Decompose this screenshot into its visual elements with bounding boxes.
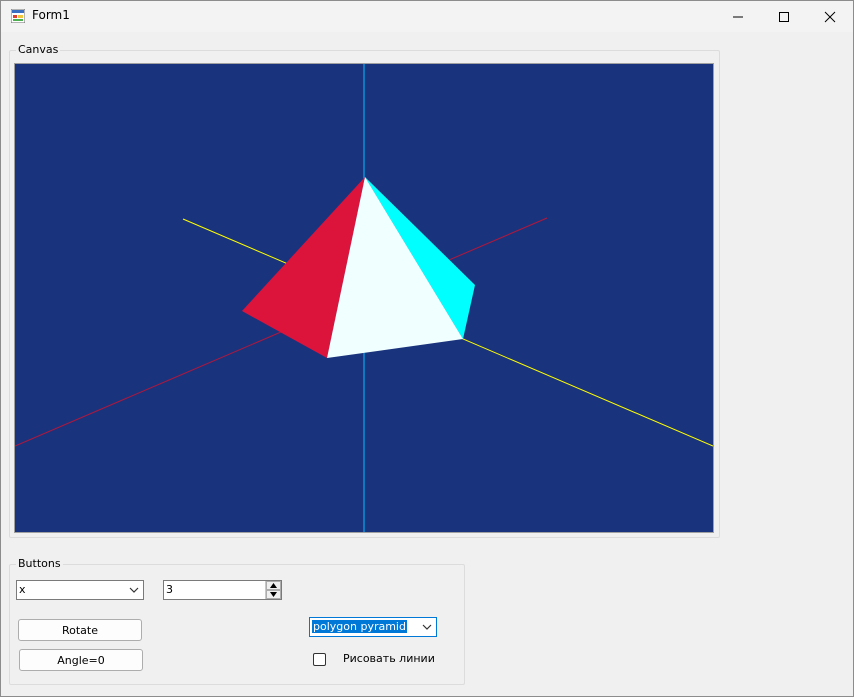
minimize-button[interactable] (715, 1, 761, 32)
shape-select-value: polygon pyramid (312, 620, 407, 633)
client-area: Canvas Buttons x 3 Rotate Angle=0 polygo… (1, 32, 853, 696)
spin-up-button[interactable] (266, 581, 281, 590)
angle-reset-button[interactable]: Angle=0 (19, 649, 143, 671)
buttons-group: Buttons x 3 Rotate Angle=0 polygon pyram… (9, 557, 465, 685)
app-icon (11, 9, 25, 23)
title-bar[interactable]: Form1 (1, 1, 853, 32)
arrow-down-icon (270, 592, 277, 597)
chevron-down-icon (422, 624, 432, 630)
window-title: Form1 (32, 8, 70, 22)
spin-down-button[interactable] (266, 590, 281, 599)
arrow-up-icon (270, 583, 277, 588)
window: Form1 Canvas Buttons x 3 Rotate Angle=0 … (0, 0, 854, 697)
maximize-icon (779, 11, 789, 22)
draw-lines-checkbox[interactable] (313, 653, 326, 666)
value-stepper[interactable]: 3 (163, 580, 282, 600)
buttons-group-label: Buttons (16, 557, 63, 570)
scene-svg (14, 64, 714, 532)
axis-select-value: x (19, 583, 26, 596)
canvas-group: Canvas (9, 43, 720, 538)
spin-buttons (265, 581, 281, 599)
close-button[interactable] (807, 1, 853, 32)
value-stepper-value: 3 (166, 583, 173, 596)
axis-select[interactable]: x (16, 580, 144, 600)
drawing-canvas[interactable] (14, 63, 714, 533)
minimize-icon (733, 16, 743, 17)
maximize-button[interactable] (761, 1, 807, 32)
draw-lines-label[interactable]: Рисовать линии (343, 652, 435, 665)
canvas-group-label: Canvas (16, 43, 61, 56)
chevron-down-icon (129, 587, 139, 593)
rotate-button[interactable]: Rotate (18, 619, 142, 641)
close-icon (824, 11, 836, 22)
shape-select[interactable]: polygon pyramid (309, 617, 437, 637)
